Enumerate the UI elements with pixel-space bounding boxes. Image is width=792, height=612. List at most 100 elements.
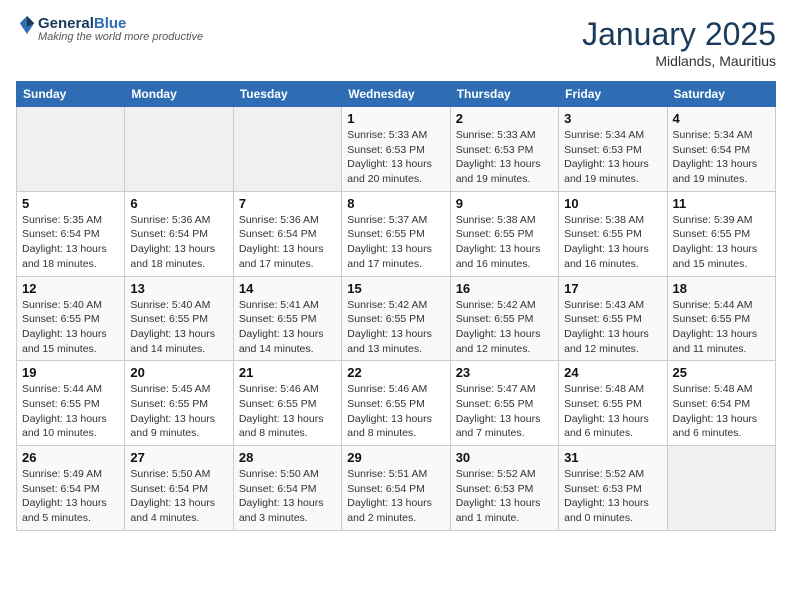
calendar-cell: 23Sunrise: 5:47 AM Sunset: 6:55 PM Dayli… [450, 361, 558, 446]
day-number: 4 [673, 111, 770, 126]
calendar-cell [667, 446, 775, 531]
day-info: Sunrise: 5:43 AM Sunset: 6:55 PM Dayligh… [564, 298, 661, 357]
day-number: 23 [456, 365, 553, 380]
calendar-cell: 26Sunrise: 5:49 AM Sunset: 6:54 PM Dayli… [17, 446, 125, 531]
calendar-cell: 11 Sunrise: 5:39 AM Sunset: 6:55 PM Dayli… [667, 191, 775, 276]
day-info: Sunrise: 5:45 AM Sunset: 6:55 PM Dayligh… [130, 382, 227, 441]
day-number: 24 [564, 365, 661, 380]
day-info: Sunrise: 5:51 AM Sunset: 6:54 PM Dayligh… [347, 467, 444, 526]
calendar-cell: 30 Sunrise: 5:52 AM Sunset: 6:53 PM Dayli… [450, 446, 558, 531]
day-info: Sunrise: 5:41 AM Sunset: 6:55 PM Dayligh… [239, 298, 336, 357]
day-info: Sunrise: 5:42 AM Sunset: 6:55 PM Dayligh… [347, 298, 444, 357]
day-number: 14 [239, 281, 336, 296]
title-block: January 2025 Midlands, Mauritius [582, 16, 776, 69]
calendar-cell: 24 Sunrise: 5:48 AM Sunset: 6:55 PM Dayli… [559, 361, 667, 446]
calendar-cell: 28Sunrise: 5:50 AM Sunset: 6:54 PM Dayli… [233, 446, 341, 531]
day-info: Sunrise: 5:38 AM Sunset: 6:55 PM Dayligh… [564, 213, 661, 272]
logo-icon [18, 14, 36, 36]
dow-header-thursday: Thursday [450, 82, 558, 107]
location-subtitle: Midlands, Mauritius [582, 53, 776, 69]
calendar-cell: 17 Sunrise: 5:43 AM Sunset: 6:55 PM Dayli… [559, 276, 667, 361]
calendar-cell: 22 Sunrise: 5:46 AM Sunset: 6:55 PM Dayli… [342, 361, 450, 446]
day-info: Sunrise: 5:52 AM Sunset: 6:53 PM Dayligh… [564, 467, 661, 526]
calendar-cell [233, 107, 341, 192]
calendar-table: SundayMondayTuesdayWednesdayThursdayFrid… [16, 81, 776, 531]
day-number: 31 [564, 450, 661, 465]
calendar-cell: 13 Sunrise: 5:40 AM Sunset: 6:55 PM Dayli… [125, 276, 233, 361]
day-info: Sunrise: 5:39 AM Sunset: 6:55 PM Dayligh… [673, 213, 770, 272]
day-number: 29 [347, 450, 444, 465]
day-number: 16 [456, 281, 553, 296]
day-number: 9 [456, 196, 553, 211]
calendar-cell: 12Sunrise: 5:40 AM Sunset: 6:55 PM Dayli… [17, 276, 125, 361]
dow-header-wednesday: Wednesday [342, 82, 450, 107]
day-number: 12 [22, 281, 119, 296]
day-number: 27 [130, 450, 227, 465]
day-info: Sunrise: 5:42 AM Sunset: 6:55 PM Dayligh… [456, 298, 553, 357]
logo-blue: Blue [94, 15, 127, 32]
dow-header-monday: Monday [125, 82, 233, 107]
day-number: 3 [564, 111, 661, 126]
logo-general: General [38, 15, 94, 32]
calendar-cell: 9 Sunrise: 5:38 AM Sunset: 6:55 PM Daylig… [450, 191, 558, 276]
day-number: 7 [239, 196, 336, 211]
day-number: 22 [347, 365, 444, 380]
logo: GeneralBlue Making the world more produc… [16, 16, 203, 43]
calendar-cell: 7 Sunrise: 5:36 AM Sunset: 6:54 PM Daylig… [233, 191, 341, 276]
calendar-cell: 21 Sunrise: 5:46 AM Sunset: 6:55 PM Dayli… [233, 361, 341, 446]
month-title: January 2025 [582, 16, 776, 53]
calendar-cell: 14 Sunrise: 5:41 AM Sunset: 6:55 PM Dayli… [233, 276, 341, 361]
day-number: 18 [673, 281, 770, 296]
calendar-cell: 4 Sunrise: 5:34 AM Sunset: 6:54 PM Daylig… [667, 107, 775, 192]
day-info: Sunrise: 5:40 AM Sunset: 6:55 PM Dayligh… [130, 298, 227, 357]
day-info: Sunrise: 5:44 AM Sunset: 6:55 PM Dayligh… [22, 382, 119, 441]
calendar-cell: 18 Sunrise: 5:44 AM Sunset: 6:55 PM Dayli… [667, 276, 775, 361]
day-number: 26 [22, 450, 119, 465]
day-number: 2 [456, 111, 553, 126]
day-number: 13 [130, 281, 227, 296]
day-number: 8 [347, 196, 444, 211]
day-info: Sunrise: 5:35 AM Sunset: 6:54 PM Dayligh… [22, 213, 119, 272]
day-info: Sunrise: 5:48 AM Sunset: 6:55 PM Dayligh… [564, 382, 661, 441]
day-info: Sunrise: 5:50 AM Sunset: 6:54 PM Dayligh… [130, 467, 227, 526]
day-info: Sunrise: 5:34 AM Sunset: 6:54 PM Dayligh… [673, 128, 770, 187]
day-number: 25 [673, 365, 770, 380]
calendar-cell: 16 Sunrise: 5:42 AM Sunset: 6:55 PM Dayli… [450, 276, 558, 361]
day-info: Sunrise: 5:52 AM Sunset: 6:53 PM Dayligh… [456, 467, 553, 526]
calendar-cell [17, 107, 125, 192]
day-info: Sunrise: 5:37 AM Sunset: 6:55 PM Dayligh… [347, 213, 444, 272]
dow-header-tuesday: Tuesday [233, 82, 341, 107]
calendar-cell: 2 Sunrise: 5:33 AM Sunset: 6:53 PM Daylig… [450, 107, 558, 192]
day-info: Sunrise: 5:46 AM Sunset: 6:55 PM Dayligh… [347, 382, 444, 441]
day-info: Sunrise: 5:38 AM Sunset: 6:55 PM Dayligh… [456, 213, 553, 272]
day-info: Sunrise: 5:46 AM Sunset: 6:55 PM Dayligh… [239, 382, 336, 441]
page-header: GeneralBlue Making the world more produc… [16, 16, 776, 69]
day-number: 30 [456, 450, 553, 465]
day-number: 11 [673, 196, 770, 211]
calendar-cell: 8 Sunrise: 5:37 AM Sunset: 6:55 PM Daylig… [342, 191, 450, 276]
calendar-cell: 5Sunrise: 5:35 AM Sunset: 6:54 PM Daylig… [17, 191, 125, 276]
day-number: 21 [239, 365, 336, 380]
calendar-cell: 6Sunrise: 5:36 AM Sunset: 6:54 PM Daylig… [125, 191, 233, 276]
day-info: Sunrise: 5:36 AM Sunset: 6:54 PM Dayligh… [130, 213, 227, 272]
day-info: Sunrise: 5:34 AM Sunset: 6:53 PM Dayligh… [564, 128, 661, 187]
day-info: Sunrise: 5:36 AM Sunset: 6:54 PM Dayligh… [239, 213, 336, 272]
calendar-cell [125, 107, 233, 192]
dow-header-friday: Friday [559, 82, 667, 107]
calendar-cell: 1 Sunrise: 5:33 AM Sunset: 6:53 PM Daylig… [342, 107, 450, 192]
day-number: 17 [564, 281, 661, 296]
day-info: Sunrise: 5:33 AM Sunset: 6:53 PM Dayligh… [456, 128, 553, 187]
day-info: Sunrise: 5:33 AM Sunset: 6:53 PM Dayligh… [347, 128, 444, 187]
calendar-cell: 27 Sunrise: 5:50 AM Sunset: 6:54 PM Dayli… [125, 446, 233, 531]
dow-header-sunday: Sunday [17, 82, 125, 107]
day-number: 20 [130, 365, 227, 380]
calendar-cell: 19Sunrise: 5:44 AM Sunset: 6:55 PM Dayli… [17, 361, 125, 446]
calendar-cell: 29 Sunrise: 5:51 AM Sunset: 6:54 PM Dayli… [342, 446, 450, 531]
day-number: 10 [564, 196, 661, 211]
calendar-cell: 20 Sunrise: 5:45 AM Sunset: 6:55 PM Dayli… [125, 361, 233, 446]
day-number: 28 [239, 450, 336, 465]
calendar-cell: 3 Sunrise: 5:34 AM Sunset: 6:53 PM Daylig… [559, 107, 667, 192]
day-info: Sunrise: 5:48 AM Sunset: 6:54 PM Dayligh… [673, 382, 770, 441]
day-number: 1 [347, 111, 444, 126]
day-info: Sunrise: 5:44 AM Sunset: 6:55 PM Dayligh… [673, 298, 770, 357]
